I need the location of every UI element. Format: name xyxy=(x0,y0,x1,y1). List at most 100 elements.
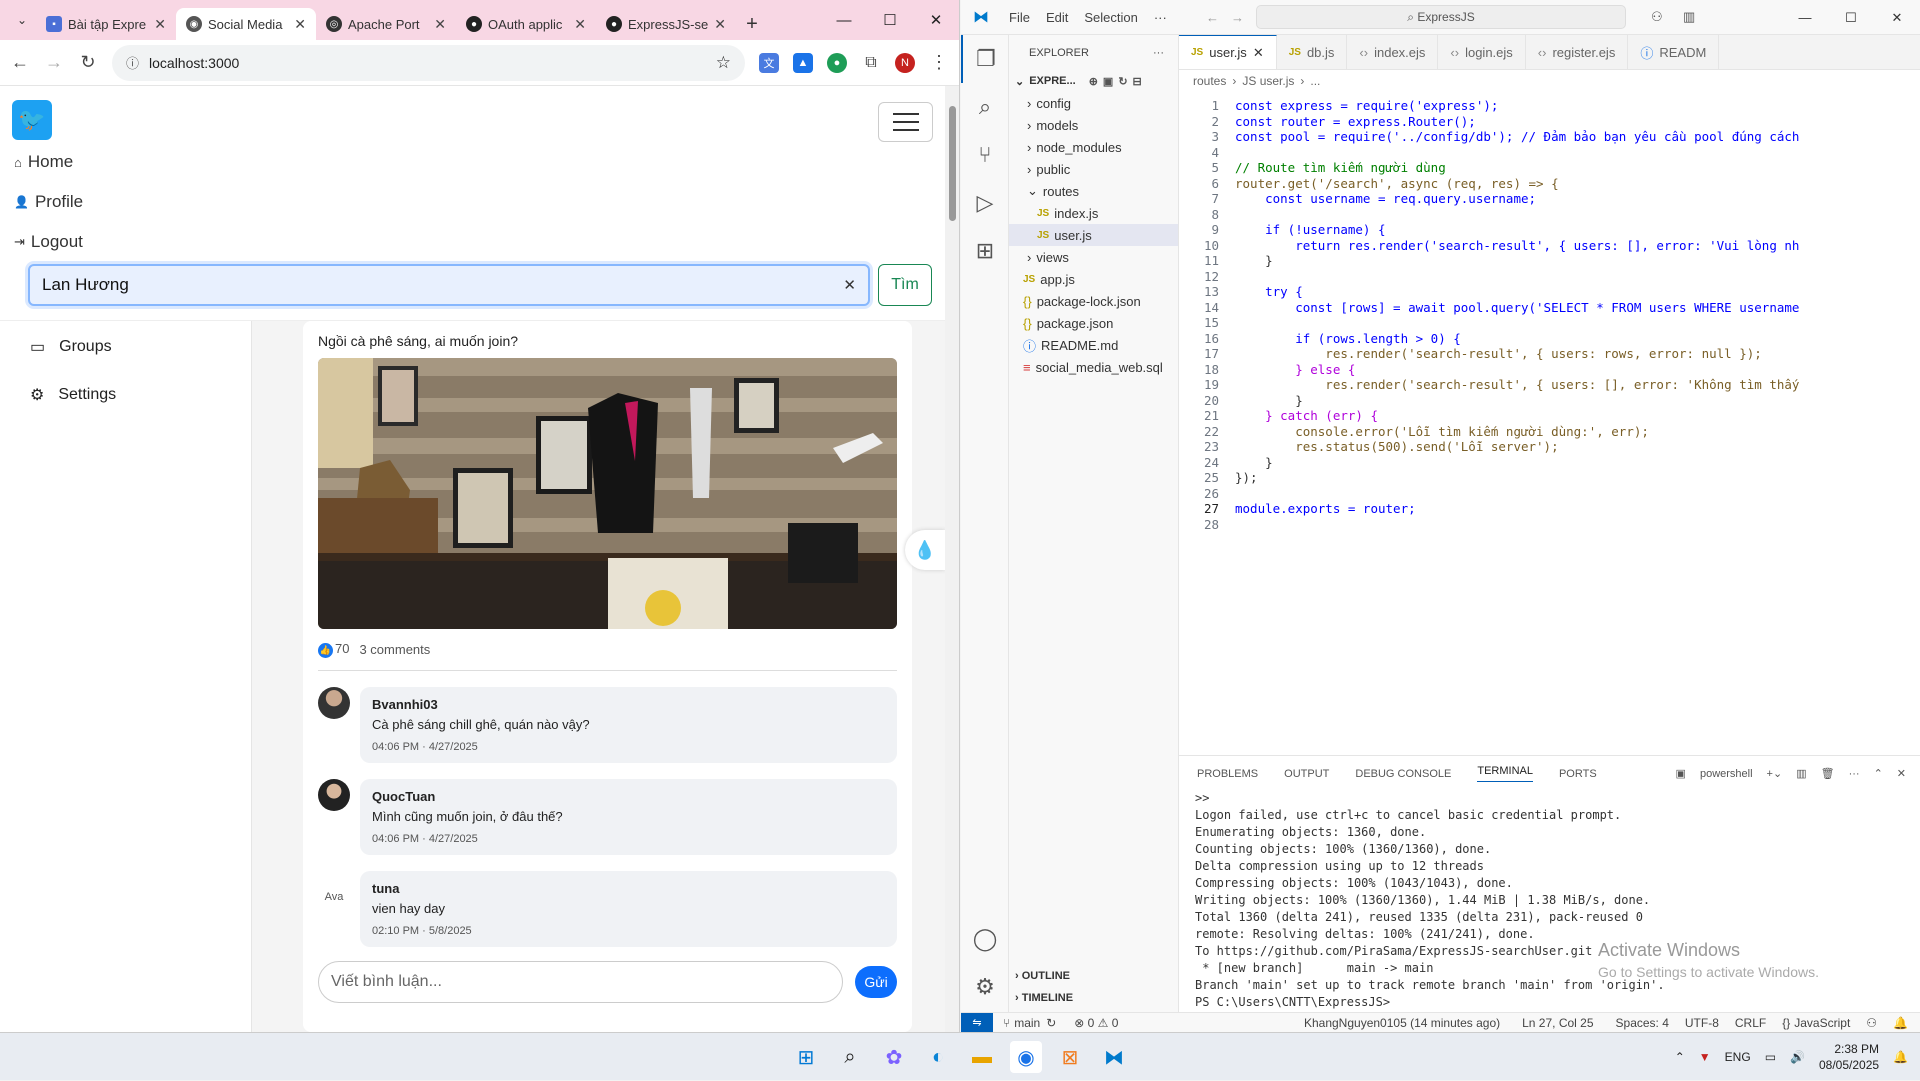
file-explorer-icon[interactable]: ▬ xyxy=(966,1041,998,1073)
back-icon[interactable]: ← xyxy=(10,52,30,73)
input-language[interactable]: ENG xyxy=(1725,1050,1751,1064)
comment-author[interactable]: QuocTuan xyxy=(372,789,885,804)
post-image[interactable] xyxy=(318,358,897,629)
menu-edit[interactable]: Edit xyxy=(1038,10,1076,25)
search-input[interactable]: Lan Hương ✕ xyxy=(28,264,870,306)
panel-tab-terminal[interactable]: TERMINAL xyxy=(1477,765,1533,782)
search-icon[interactable]: ⌕ xyxy=(961,83,1009,131)
extension-icon[interactable]: ▲ xyxy=(793,52,813,73)
send-comment-button[interactable]: Gửi xyxy=(855,966,897,998)
status-language[interactable]: JavaScript xyxy=(1794,1016,1850,1030)
trash-icon[interactable]: 🗑 xyxy=(1821,767,1835,780)
split-terminal-icon[interactable]: ▥ xyxy=(1796,767,1806,780)
new-file-icon[interactable]: ⊕ xyxy=(1089,75,1098,88)
account-icon[interactable]: ◯ xyxy=(961,915,1009,963)
extension-icon[interactable]: ● xyxy=(827,52,847,73)
network-icon[interactable]: ▭ xyxy=(1765,1050,1776,1064)
notifications-bell-icon[interactable]: 🔔 xyxy=(1893,1016,1908,1030)
breadcrumb-item[interactable]: JS user.js xyxy=(1242,74,1294,88)
bookmark-star-icon[interactable]: ☆ xyxy=(716,53,731,73)
editor-tab-readme[interactable]: ⓘ READM xyxy=(1628,35,1720,69)
comment-input[interactable]: Viết bình luận... xyxy=(318,961,843,1003)
explorer-files-icon[interactable]: ❐ xyxy=(961,35,1009,83)
like-count[interactable]: 👍 70 xyxy=(318,641,349,658)
panel-tab-debug-console[interactable]: DEBUG CONSOLE xyxy=(1355,768,1451,780)
tree-file-sql[interactable]: ≡ social_media_web.sql xyxy=(1009,356,1178,378)
comment-author[interactable]: Bvannhi03 xyxy=(372,697,885,712)
tree-file-index-js[interactable]: JS index.js xyxy=(1009,202,1178,224)
tree-file-package-json[interactable]: {} package.json xyxy=(1009,312,1178,334)
browser-menu-icon[interactable]: ⋮ xyxy=(929,52,949,73)
tree-file-user-js[interactable]: JS user.js xyxy=(1009,224,1178,246)
site-info-icon[interactable]: ⓘ xyxy=(126,53,139,72)
vscode-taskbar-icon[interactable]: ⧓ xyxy=(1098,1041,1130,1073)
terminal-shell-name[interactable]: powershell xyxy=(1700,768,1753,780)
close-tab-icon[interactable]: ✕ xyxy=(714,16,726,33)
tree-folder-config[interactable]: › config xyxy=(1009,92,1178,114)
refresh-icon[interactable]: ↻ xyxy=(1118,75,1127,88)
panel-tab-output[interactable]: OUTPUT xyxy=(1284,768,1329,780)
run-debug-icon[interactable]: ▷ xyxy=(961,179,1009,227)
windows-start-icon[interactable]: ⊞ xyxy=(790,1041,822,1073)
page-scrollbar[interactable] xyxy=(945,86,959,1032)
search-button[interactable]: Tìm xyxy=(878,264,932,306)
status-cursor-position[interactable]: Ln 27, Col 25 xyxy=(1522,1016,1593,1030)
explorer-more-icon[interactable]: ··· xyxy=(1153,47,1164,59)
minimize-icon[interactable]: — xyxy=(1782,0,1828,35)
reload-icon[interactable]: ↻ xyxy=(78,52,98,73)
panel-tab-ports[interactable]: PORTS xyxy=(1559,768,1597,780)
extensions-icon[interactable]: ⊞ xyxy=(961,227,1009,275)
tree-folder-routes[interactable]: ⌄ routes xyxy=(1009,180,1178,202)
tree-folder-models[interactable]: › models xyxy=(1009,114,1178,136)
copilot-icon[interactable]: ⚇ xyxy=(1651,9,1663,25)
new-folder-icon[interactable]: ▣ xyxy=(1103,75,1113,88)
clock[interactable]: 2:38 PM 08/05/2025 xyxy=(1819,1041,1879,1073)
panel-tab-problems[interactable]: PROBLEMS xyxy=(1197,768,1258,780)
project-folder[interactable]: ⌄ EXPRE... ⊕ ▣ ↻ ⊟ xyxy=(1009,70,1178,92)
close-tab-icon[interactable]: ✕ xyxy=(1253,45,1264,61)
editor-tab-index-ejs[interactable]: ‹› index.ejs xyxy=(1347,35,1439,69)
breadcrumb-item[interactable]: routes xyxy=(1193,74,1226,88)
breadcrumb-item[interactable]: ... xyxy=(1310,74,1320,88)
tree-file-app-js[interactable]: JS app.js xyxy=(1009,268,1178,290)
close-window-icon[interactable]: ✕ xyxy=(913,0,959,40)
volume-icon[interactable]: 🔊 xyxy=(1790,1050,1805,1064)
nav-forward-icon[interactable]: → xyxy=(1231,10,1244,25)
tree-folder-node-modules[interactable]: › node_modules xyxy=(1009,136,1178,158)
tree-file-readme[interactable]: ⓘ README.md xyxy=(1009,334,1178,356)
status-git-blame[interactable]: KhangNguyen0105 (14 minutes ago) xyxy=(1304,1016,1500,1030)
notification-bell-icon[interactable]: 🔔 xyxy=(1893,1050,1908,1064)
sync-icon[interactable]: ↻ xyxy=(1046,1016,1056,1030)
status-problems[interactable]: ⊗ 0 ⚠ 0 xyxy=(1074,1016,1118,1030)
browser-tab[interactable]: ▪ Bài tập Expre ✕ xyxy=(36,8,176,40)
source-control-icon[interactable]: ⑂ xyxy=(961,131,1009,179)
clear-search-icon[interactable]: ✕ xyxy=(843,276,856,294)
status-branch[interactable]: main xyxy=(1014,1016,1040,1030)
status-indentation[interactable]: Spaces: 4 xyxy=(1616,1016,1669,1030)
new-terminal-icon[interactable]: +⌄ xyxy=(1767,767,1783,780)
nav-back-icon[interactable]: ← xyxy=(1206,10,1219,25)
command-center-search[interactable]: ⌕ ExpressJS xyxy=(1256,5,1626,29)
manage-gear-icon[interactable]: ⚙ xyxy=(961,963,1009,1011)
layout-icon[interactable]: ▥ xyxy=(1683,9,1695,25)
more-icon[interactable]: ··· xyxy=(1849,768,1860,780)
nav-logout-link[interactable]: ⇥ Logout xyxy=(14,232,83,252)
floating-extension-icon[interactable]: 💧 xyxy=(905,530,945,570)
menu-more[interactable]: ··· xyxy=(1146,10,1175,25)
extensions-puzzle-icon[interactable]: ⧉ xyxy=(861,54,881,72)
copilot-status-icon[interactable]: ⚇ xyxy=(1866,1016,1877,1030)
sidebar-item-groups[interactable]: ▭ Groups xyxy=(0,323,251,371)
tab-list-chevron-icon[interactable]: ⌄ xyxy=(8,6,36,34)
code-editor[interactable]: 1 const express = require('express'); 2 con… xyxy=(1179,92,1920,662)
browser-tab[interactable]: ◎ Apache Port ✕ xyxy=(316,8,456,40)
tray-app-icon[interactable]: ▼ xyxy=(1699,1050,1711,1064)
tray-overflow-icon[interactable]: ⌃ xyxy=(1675,1050,1685,1064)
chrome-icon[interactable]: ◉ xyxy=(1010,1041,1042,1073)
close-panel-icon[interactable]: ✕ xyxy=(1897,767,1906,780)
nav-home-link[interactable]: ⌂ Home xyxy=(14,152,73,172)
remote-icon[interactable]: ⇋ xyxy=(961,1012,993,1033)
nav-profile-link[interactable]: 👤 Profile xyxy=(14,192,83,212)
comment-author[interactable]: tuna xyxy=(372,881,885,896)
translate-extension-icon[interactable]: 文 xyxy=(759,52,779,73)
tree-folder-views[interactable]: › views xyxy=(1009,246,1178,268)
